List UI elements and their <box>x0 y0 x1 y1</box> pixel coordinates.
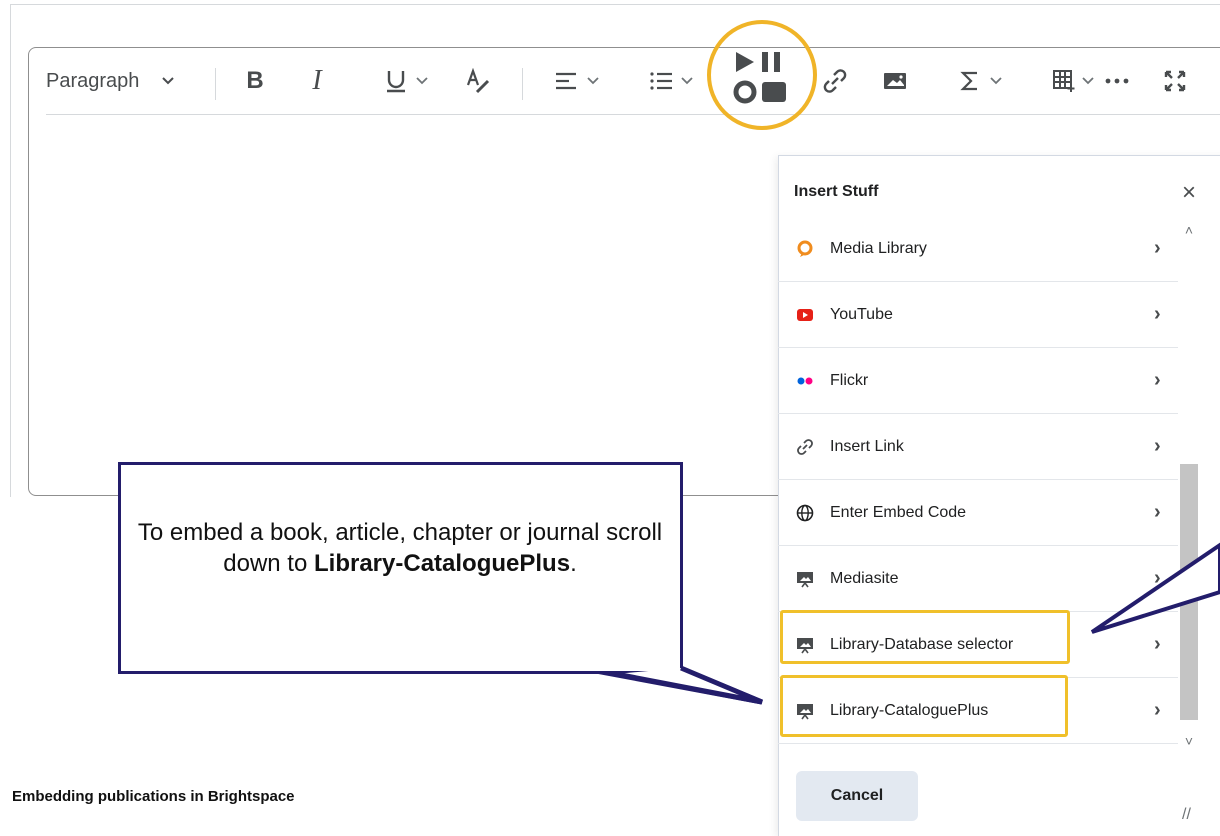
callout-text-end: . <box>570 550 577 577</box>
callout-text-target: Library-CataloguePlus <box>314 550 571 577</box>
footer-caption: Embedding publications in Brightspace <box>12 788 295 805</box>
callout-text: To embed a book, article, chapter or jou… <box>130 517 670 579</box>
callout-tail <box>121 465 763 705</box>
